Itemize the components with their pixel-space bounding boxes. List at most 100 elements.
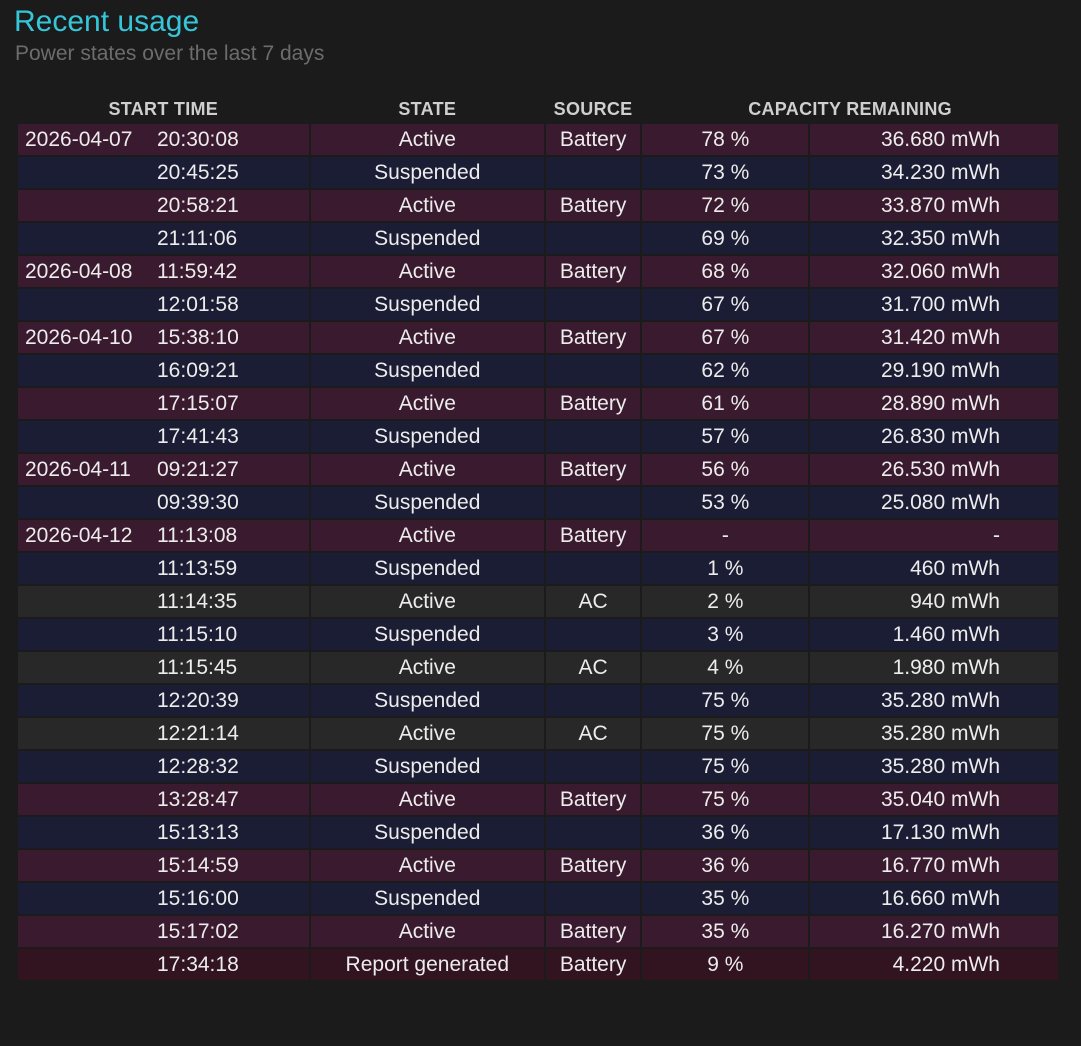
cell-date: 2026-04-10 [25,326,133,349]
cell-start-time: 12:01:58 [18,289,309,320]
table-row: 11:13:59 Suspended 1 % 460 mWh [18,553,1058,584]
cell-capacity-percent: 68 % [642,256,809,287]
cell-source [546,883,641,914]
cell-state: Active [310,718,544,749]
cell-start-time: 17:34:18 [18,949,309,980]
cell-capacity-percent: 35 % [642,883,809,914]
cell-capacity-percent: 36 % [642,850,809,881]
cell-capacity-percent: 35 % [642,916,809,947]
cell-time: 15:17:02 [157,920,239,943]
cell-start-time: 2026-04-08 11:59:42 [18,256,309,287]
table-row: 15:14:59 Active Battery 36 % 16.770 mWh [18,850,1058,881]
cell-capacity-mwh: 34.230 mWh [810,157,1058,188]
table-row: 11:15:45 Active AC 4 % 1.980 mWh [18,652,1058,683]
cell-state: Suspended [310,553,544,584]
cell-capacity-mwh: 1.980 mWh [810,652,1058,683]
cell-start-time: 15:13:13 [18,817,309,848]
cell-start-time: 15:17:02 [18,916,309,947]
cell-state: Active [310,850,544,881]
cell-capacity-mwh: - [810,520,1058,551]
cell-date: 2026-04-11 [25,458,131,481]
table-row: 12:28:32 Suspended 75 % 35.280 mWh [18,751,1058,782]
cell-state: Suspended [310,355,544,386]
cell-state: Active [310,586,544,617]
table-row: 17:15:07 Active Battery 61 % 28.890 mWh [18,388,1058,419]
table-row: 2026-04-07 20:30:08 Active Battery 78 % 36.68… [18,124,1058,155]
cell-state: Suspended [310,223,544,254]
cell-capacity-mwh: 16.660 mWh [810,883,1058,914]
table-row: 20:58:21 Active Battery 72 % 33.870 mWh [18,190,1058,221]
cell-capacity-mwh: 33.870 mWh [810,190,1058,221]
cell-source: Battery [546,916,641,947]
cell-capacity-percent: 72 % [642,190,809,221]
cell-time: 12:01:58 [157,293,239,316]
cell-source [546,487,641,518]
cell-time: 17:34:18 [157,953,239,976]
cell-time: 13:28:47 [157,788,239,811]
table-body: 2026-04-07 20:30:08 Active Battery 78 % 36.68… [18,124,1058,980]
table-row: 17:41:43 Suspended 57 % 26.830 mWh [18,421,1058,452]
cell-source [546,619,641,650]
cell-capacity-percent: 57 % [642,421,809,452]
recent-usage-table: START TIME STATE SOURCE CAPACITY REMAINI… [16,94,1060,982]
cell-capacity-mwh: 35.280 mWh [810,751,1058,782]
table-row: 2026-04-12 11:13:08 Active Battery - - [18,520,1058,551]
cell-capacity-mwh: 16.270 mWh [810,916,1058,947]
cell-source: Battery [546,388,641,419]
cell-time: 17:41:43 [157,425,239,448]
cell-time: 20:58:21 [157,194,239,217]
cell-capacity-mwh: 16.770 mWh [810,850,1058,881]
table-row: 2026-04-11 09:21:27 Active Battery 56 % 26.53… [18,454,1058,485]
cell-start-time: 17:41:43 [18,421,309,452]
cell-time: 20:45:25 [157,161,239,184]
cell-capacity-mwh: 29.190 mWh [810,355,1058,386]
table-row: 11:15:10 Suspended 3 % 1.460 mWh [18,619,1058,650]
cell-start-time: 15:16:00 [18,883,309,914]
cell-state: Suspended [310,751,544,782]
cell-source: Battery [546,784,641,815]
cell-start-time: 12:21:14 [18,718,309,749]
table-row: 12:20:39 Suspended 75 % 35.280 mWh [18,685,1058,716]
cell-time: 16:09:21 [157,359,239,382]
cell-capacity-percent: 67 % [642,322,809,353]
cell-source [546,751,641,782]
cell-capacity-percent: 73 % [642,157,809,188]
table-row: 09:39:30 Suspended 53 % 25.080 mWh [18,487,1058,518]
cell-capacity-percent: 2 % [642,586,809,617]
cell-state: Active [310,388,544,419]
cell-start-time: 12:20:39 [18,685,309,716]
cell-capacity-percent: 61 % [642,388,809,419]
cell-capacity-percent: 75 % [642,751,809,782]
column-header-start-time: START TIME [108,98,219,119]
cell-start-time: 16:09:21 [18,355,309,386]
cell-capacity-mwh: 26.830 mWh [810,421,1058,452]
cell-capacity-percent: 78 % [642,124,809,155]
cell-capacity-mwh: 460 mWh [810,553,1058,584]
cell-source [546,289,641,320]
table-row: 12:21:14 Active AC 75 % 35.280 mWh [18,718,1058,749]
cell-state: Suspended [310,421,544,452]
cell-state: Suspended [310,487,544,518]
cell-source: Battery [546,520,641,551]
cell-time: 11:59:42 [157,260,238,283]
table-row: 20:45:25 Suspended 73 % 34.230 mWh [18,157,1058,188]
cell-date: 2026-04-07 [25,128,133,151]
cell-capacity-mwh: 1.460 mWh [810,619,1058,650]
cell-start-time: 17:15:07 [18,388,309,419]
cell-time: 11:15:45 [157,656,238,679]
cell-source [546,355,641,386]
cell-time: 11:14:35 [157,590,238,613]
cell-source: AC [546,718,641,749]
cell-capacity-percent: - [642,520,809,551]
cell-source [546,685,641,716]
cell-start-time: 2026-04-12 11:13:08 [18,520,309,551]
cell-capacity-mwh: 26.530 mWh [810,454,1058,485]
cell-time: 20:30:08 [157,128,239,151]
cell-state: Suspended [310,157,544,188]
cell-source: Battery [546,124,641,155]
cell-time: 15:14:59 [157,854,239,877]
cell-capacity-percent: 9 % [642,949,809,980]
table-row: 15:13:13 Suspended 36 % 17.130 mWh [18,817,1058,848]
table-row: 17:34:18 Report generated Battery 9 % 4.220 … [18,949,1058,980]
cell-capacity-percent: 62 % [642,355,809,386]
